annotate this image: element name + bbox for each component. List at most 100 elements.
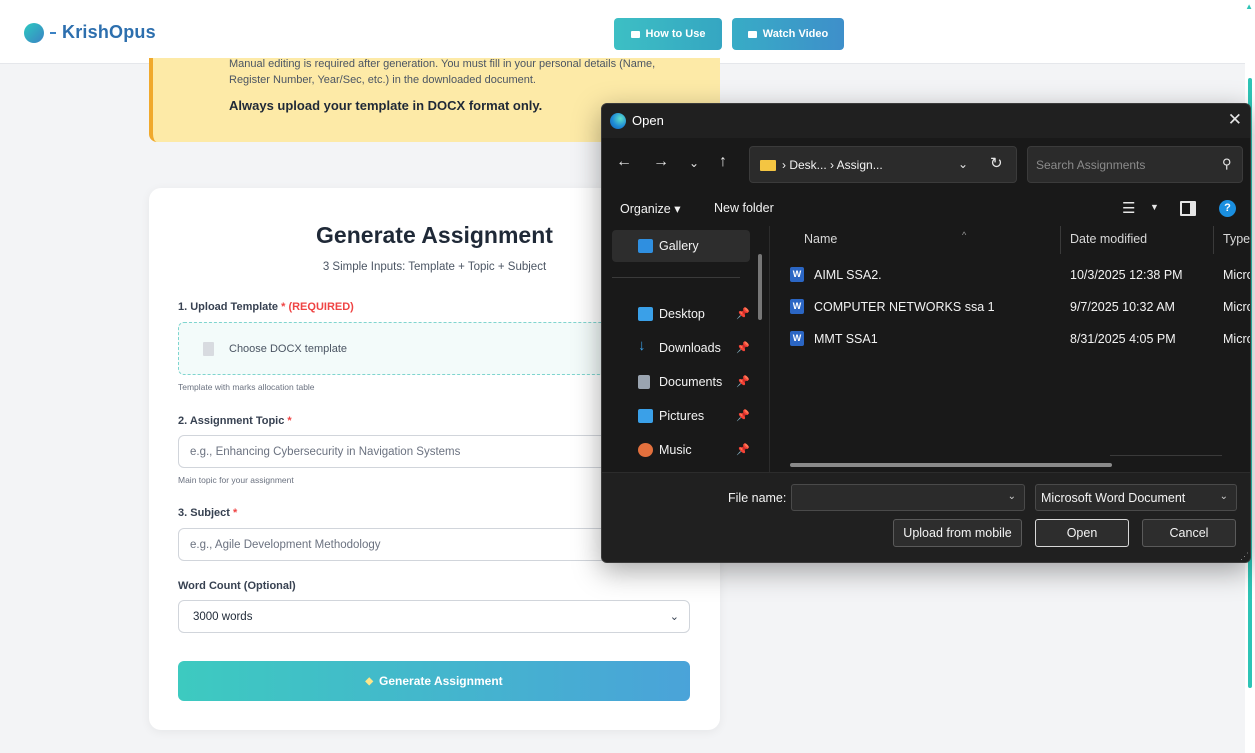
file-date: 10/3/2025 12:38 PM <box>1070 268 1183 282</box>
book-icon <box>630 30 640 38</box>
file-name-label: File name: <box>728 491 787 505</box>
word-document-icon: W <box>790 299 804 314</box>
upload-from-mobile-button[interactable]: Upload from mobile <box>893 519 1022 547</box>
watch-video-button[interactable]: Watch Video <box>732 18 844 50</box>
chevron-down-icon[interactable]: ⌄ <box>1008 491 1016 502</box>
topic-label-text: 2. Assignment Topic <box>178 415 285 427</box>
up-arrow-icon[interactable]: ↑ <box>719 153 727 171</box>
column-header-name[interactable]: Name ^ <box>804 230 966 260</box>
notice-line-1: Manual editing is required after generat… <box>229 58 656 70</box>
recent-locations-chevron-icon[interactable]: ⌄ <box>689 156 699 170</box>
file-row[interactable]: W COMPUTER NETWORKS ssa 1 9/7/2025 10:32… <box>790 292 1251 322</box>
file-name-input[interactable]: ⌄ <box>791 484 1025 511</box>
pin-icon[interactable]: 📌 <box>736 409 750 422</box>
file-type: Micro <box>1223 268 1251 282</box>
column-divider[interactable] <box>1213 226 1214 254</box>
nav-item-pictures[interactable]: Pictures 📌 <box>612 400 750 432</box>
notice-emphasis: Always upload your template in DOCX form… <box>229 98 543 113</box>
nav-item-gallery[interactable]: Gallery <box>612 230 750 262</box>
file-name: MMT SSA1 <box>814 332 878 346</box>
template-label-text: 1. Upload Template <box>178 301 279 313</box>
back-arrow-icon[interactable]: ← <box>616 153 632 171</box>
dialog-titlebar[interactable]: Open ✕ <box>602 104 1250 138</box>
nav-item-label: Documents <box>659 375 723 389</box>
address-bar[interactable]: › Desk... › Assign... ⌄ ↻ <box>749 146 1017 183</box>
notice-line-2: Register Number, Year/Sec, etc.) in the … <box>229 74 536 86</box>
file-type: Micro <box>1223 332 1251 346</box>
dialog-navigation-bar: ← → ⌄ ↑ › Desk... › Assign... ⌄ ↻ Search… <box>602 138 1250 192</box>
chevron-down-icon: ⌄ <box>1219 491 1228 502</box>
view-chevron-icon[interactable]: ▼ <box>1150 202 1159 212</box>
topic-label: 2. Assignment Topic * <box>178 415 292 427</box>
close-icon[interactable]: ✕ <box>1228 110 1242 130</box>
file-type-select[interactable]: Microsoft Word Document ⌄ <box>1035 484 1237 511</box>
preview-pane-icon[interactable] <box>1180 201 1196 216</box>
wordcount-value: 3000 words <box>193 611 253 623</box>
logo-dash <box>50 31 56 34</box>
column-name-label: Name <box>804 232 838 246</box>
horizontal-scrollbar[interactable] <box>790 463 1112 467</box>
video-icon <box>747 30 757 38</box>
search-placeholder: Search Assignments <box>1036 158 1146 172</box>
refresh-icon[interactable]: ↻ <box>990 154 1003 172</box>
view-options-icon[interactable]: ☰ <box>1122 199 1135 217</box>
topic-hint: Main topic for your assignment <box>178 475 294 485</box>
topic-required-star: * <box>287 415 292 427</box>
file-date: 8/31/2025 4:05 PM <box>1070 332 1176 346</box>
file-type: Micro <box>1223 300 1251 314</box>
organize-menu[interactable]: Organize ▾ <box>620 201 680 216</box>
file-row[interactable]: W AIML SSA2. 10/3/2025 12:38 PM Micro <box>790 260 1251 290</box>
template-hint: Template with marks allocation table <box>178 382 315 392</box>
nav-item-label: Downloads <box>659 341 721 355</box>
chevron-down-icon: ⌄ <box>669 611 679 623</box>
nav-item-documents[interactable]: Documents 📌 <box>612 366 750 398</box>
wordcount-select[interactable]: 3000 words ⌄ <box>178 600 690 633</box>
address-history-chevron-icon[interactable]: ⌄ <box>958 157 968 171</box>
resize-grip-icon[interactable]: ⋰ <box>1240 551 1249 562</box>
brand-logo[interactable]: KrishOpus <box>24 22 156 43</box>
gallery-icon <box>638 239 653 253</box>
help-icon[interactable]: ? <box>1219 200 1236 217</box>
dialog-footer: File name: ⌄ Microsoft Word Document ⌄ U… <box>602 472 1250 562</box>
nav-item-label: Gallery <box>659 239 699 253</box>
file-type-value: Microsoft Word Document <box>1041 491 1186 505</box>
pin-icon[interactable]: 📌 <box>736 375 750 388</box>
required-marker: * (REQUIRED) <box>281 301 354 313</box>
nav-item-music[interactable]: Music 📌 <box>612 434 750 466</box>
nav-divider <box>612 277 740 278</box>
how-to-use-button[interactable]: How to Use <box>614 18 722 50</box>
breadcrumb[interactable]: › Desk... › Assign... <box>782 158 883 172</box>
watch-video-label: Watch Video <box>762 28 829 40</box>
search-icon: ⚲ <box>1222 156 1232 171</box>
column-header-date[interactable]: Date modified <box>1070 232 1147 260</box>
search-box[interactable]: Search Assignments ⚲ <box>1027 146 1243 183</box>
desktop-icon <box>638 307 653 321</box>
nav-scrollbar[interactable] <box>758 254 762 320</box>
forward-arrow-icon[interactable]: → <box>653 153 669 171</box>
download-icon: ↓ <box>638 337 646 354</box>
cancel-button[interactable]: Cancel <box>1142 519 1236 547</box>
pin-icon[interactable]: 📌 <box>736 341 750 354</box>
edge-browser-icon <box>610 113 626 129</box>
file-row[interactable]: W MMT SSA1 8/31/2025 4:05 PM Micro <box>790 324 1251 354</box>
nav-item-downloads[interactable]: ↓ Downloads 📌 <box>612 332 750 364</box>
column-header-type[interactable]: Type <box>1223 232 1250 260</box>
pin-icon[interactable]: 📌 <box>736 443 750 456</box>
column-divider[interactable] <box>1060 226 1061 254</box>
nav-item-desktop[interactable]: Desktop 📌 <box>612 298 750 330</box>
sort-caret-icon: ^ <box>962 230 967 240</box>
open-button[interactable]: Open <box>1035 519 1129 547</box>
music-icon <box>638 443 653 457</box>
generate-assignment-button[interactable]: ◆ Generate Assignment <box>178 661 690 701</box>
top-navbar: KrishOpus How to Use Watch Video <box>0 0 1255 64</box>
command-bar: Organize ▾ New folder ☰ ▼ ? <box>602 192 1250 226</box>
scroll-up-icon[interactable]: ▲ <box>1245 2 1253 11</box>
folder-icon <box>760 160 776 171</box>
pin-icon[interactable]: 📌 <box>736 307 750 320</box>
new-folder-button[interactable]: New folder <box>714 201 774 215</box>
nav-item-label: Music <box>659 443 692 457</box>
how-to-use-label: How to Use <box>645 28 706 40</box>
file-list-pane: Name ^ Date modified Type W AIML SSA2. 1… <box>770 226 1251 472</box>
subject-label: 3. Subject * <box>178 507 237 519</box>
word-document-icon: W <box>790 331 804 346</box>
